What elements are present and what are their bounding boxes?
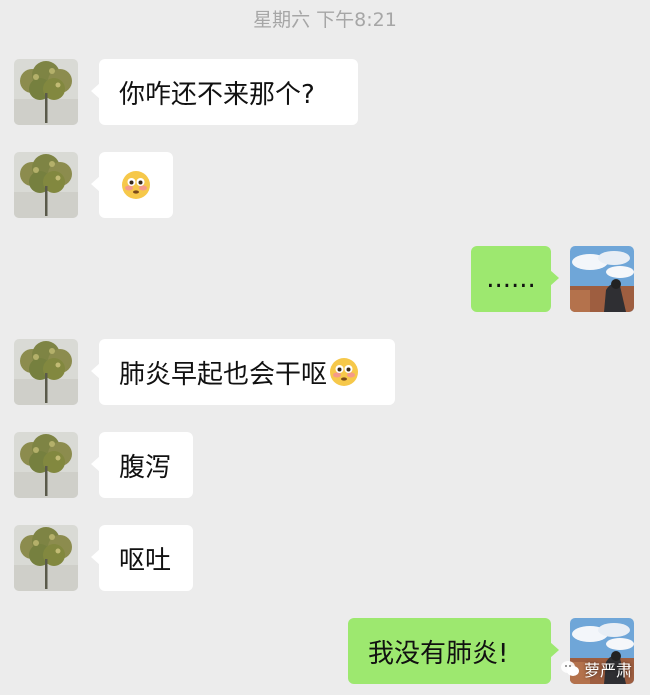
watermark: 萝严肃 <box>560 657 632 681</box>
photo-avatar-icon <box>570 246 634 312</box>
message-text: 我没有肺炎! <box>368 638 509 669</box>
message-text: ...... <box>486 264 536 294</box>
message-text: 肺炎早起也会干呕 <box>119 359 328 390</box>
tree-avatar-icon <box>14 339 78 405</box>
message-text: 你咋还不来那个? <box>119 79 315 110</box>
wechat-icon <box>560 661 579 676</box>
message-bubble-outgoing[interactable]: ...... <box>471 246 559 312</box>
contact-avatar[interactable] <box>14 525 78 591</box>
contact-avatar[interactable] <box>14 59 78 125</box>
flushed-face-icon <box>329 357 359 387</box>
message-bubble-incoming[interactable] <box>91 152 173 218</box>
my-avatar[interactable] <box>570 246 634 312</box>
contact-avatar[interactable] <box>14 339 78 405</box>
message-bubble-incoming[interactable]: 腹泻 <box>91 432 193 498</box>
tree-avatar-icon <box>14 525 78 591</box>
message-bubble-incoming[interactable]: 呕吐 <box>91 525 193 591</box>
message-text: 腹泻 <box>119 452 172 483</box>
watermark-text: 萝严肃 <box>583 661 632 680</box>
contact-avatar[interactable] <box>14 152 78 218</box>
message-bubble-incoming[interactable]: 肺炎早起也会干呕 <box>91 339 395 405</box>
message-bubble-incoming[interactable]: 你咋还不来那个? <box>91 59 358 125</box>
message-text: 呕吐 <box>119 545 172 576</box>
message-bubble-outgoing[interactable]: 我没有肺炎! <box>348 618 559 684</box>
tree-avatar-icon <box>14 152 78 218</box>
tree-avatar-icon <box>14 59 78 125</box>
tree-avatar-icon <box>14 432 78 498</box>
flushed-face-icon <box>121 170 151 200</box>
contact-avatar[interactable] <box>14 432 78 498</box>
message-timestamp: 星期六 下午8:21 <box>253 9 397 31</box>
